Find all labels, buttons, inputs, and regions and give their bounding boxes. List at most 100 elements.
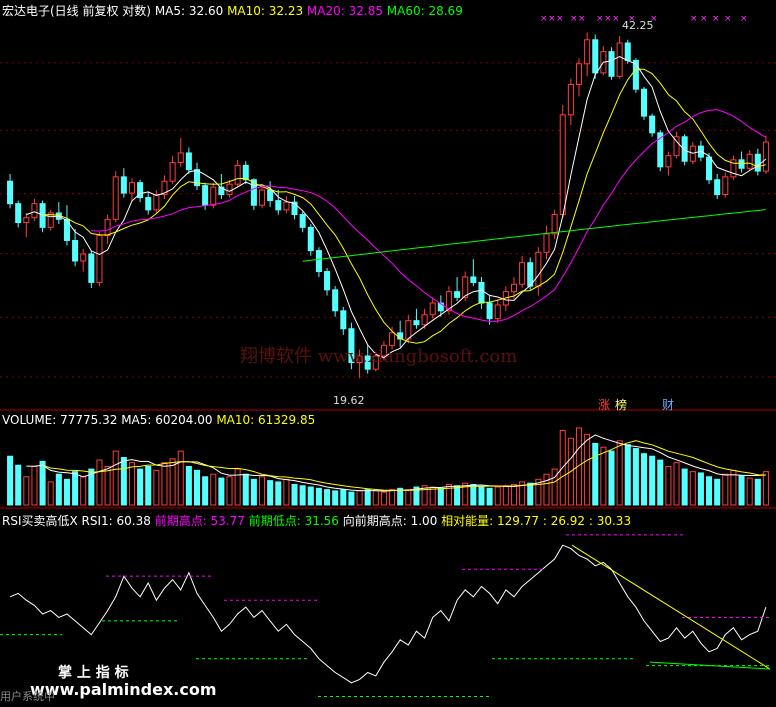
candle-body	[153, 194, 160, 211]
signal-mark: ×	[604, 14, 612, 24]
candle-body	[15, 203, 22, 223]
candle-body	[315, 250, 322, 273]
rsi-label: : 26.92	[539, 514, 586, 528]
volume-bar	[722, 473, 729, 506]
candle-body	[405, 320, 412, 340]
candle-body	[169, 162, 176, 182]
signal-mark: ×	[548, 14, 556, 24]
candle-body	[80, 253, 87, 262]
candle-body	[575, 63, 583, 85]
volume-bar	[145, 466, 152, 506]
candle-body	[608, 51, 615, 77]
volume-bar	[616, 440, 623, 506]
volume-bar	[454, 485, 461, 506]
volume-bar	[80, 476, 87, 506]
candle-body	[72, 239, 79, 262]
volume-bar	[697, 472, 704, 506]
candle-body	[649, 115, 656, 134]
volume-bar	[15, 464, 22, 506]
volume-bar	[486, 487, 493, 506]
volume-label: VOLUME: 77775.32	[2, 413, 118, 427]
volume-bar	[470, 483, 477, 506]
signal-mark: ×	[712, 14, 720, 24]
candle-body	[104, 218, 111, 236]
volume-bar	[120, 457, 127, 506]
volume-bar	[291, 483, 298, 506]
candle-body	[267, 189, 274, 202]
volume-bar	[340, 489, 347, 506]
volume-bar	[584, 433, 591, 506]
volume-bar	[242, 473, 249, 506]
volume-bar	[137, 468, 144, 506]
candle-body	[454, 291, 461, 298]
price-header: 宏达电子(日线 前复权 对数) MA5: 32.60 MA10: 32.23 M…	[2, 2, 463, 19]
candle-body	[722, 176, 729, 196]
volume-bar	[665, 466, 672, 506]
signal-mark: ×	[724, 14, 732, 24]
candle-body	[510, 283, 517, 293]
volume-bar	[689, 471, 696, 506]
volume-bar	[762, 471, 769, 506]
volume-bar	[746, 477, 753, 506]
candle-body	[543, 233, 550, 253]
stock-title: 宏达电子(日线 前复权 对数)	[2, 4, 151, 18]
candle-body	[746, 153, 753, 169]
volume-bar	[193, 469, 201, 506]
candle-body	[324, 271, 331, 291]
candle-body	[259, 189, 266, 206]
cai-badge[interactable]: 财	[662, 396, 674, 413]
volume-bar	[502, 485, 509, 506]
volume-bar	[96, 459, 103, 506]
volume-bar	[510, 483, 517, 506]
volume-bar	[104, 466, 111, 506]
volume-bar	[673, 462, 680, 506]
ma-label: MA10: 32.23	[223, 4, 304, 18]
candle-body	[535, 251, 542, 287]
candle-body	[754, 153, 761, 172]
rsi-label: 向前期高点: 1.00	[338, 514, 438, 528]
rsi-label: 前期低点: 31.56	[244, 514, 339, 528]
candle-body	[242, 164, 249, 181]
volume-bar	[23, 476, 30, 506]
candle-body	[738, 159, 745, 169]
candle-body	[584, 39, 591, 65]
signal-mark: ×	[612, 14, 620, 24]
zhang-badge[interactable]: 涨	[598, 396, 610, 413]
candle-body	[559, 114, 566, 216]
volume-bar	[738, 474, 745, 506]
high-price-label: 42.25	[622, 19, 654, 32]
candle-body	[177, 152, 184, 164]
ma-label: MA60: 28.69	[382, 4, 463, 18]
candle-body	[641, 88, 648, 117]
candle-body	[128, 182, 135, 194]
candle-body	[462, 276, 469, 298]
volume-bar	[315, 487, 322, 506]
volume-bar	[429, 486, 436, 506]
candle-body	[23, 217, 30, 223]
candle-body	[592, 39, 599, 74]
volume-bar	[437, 487, 444, 506]
candle-body	[340, 310, 347, 330]
volume-bar	[283, 478, 290, 506]
candle-body	[421, 314, 428, 326]
candle-body	[275, 200, 282, 211]
candle-body	[567, 83, 574, 116]
volume-bar	[250, 478, 257, 506]
signal-mark: ×	[740, 14, 748, 24]
ma-label: MA5: 32.60	[154, 4, 224, 18]
volume-bar	[632, 448, 639, 506]
palm-logo-text: 掌 上 指 标	[58, 665, 129, 681]
signal-mark: ×	[556, 14, 564, 24]
volume-bar	[177, 450, 184, 506]
candle-body	[486, 302, 493, 320]
candle-body	[632, 59, 639, 90]
candle-body	[665, 155, 672, 168]
volume-bar	[592, 442, 599, 506]
bang-badge[interactable]: 榜	[615, 396, 627, 413]
candle-body	[234, 164, 241, 185]
volume-bar	[706, 476, 713, 506]
candle-body	[307, 226, 314, 252]
volume-label: MA10: 61329.85	[212, 413, 316, 427]
volume-bar	[405, 489, 412, 506]
volume-bar	[226, 476, 233, 506]
